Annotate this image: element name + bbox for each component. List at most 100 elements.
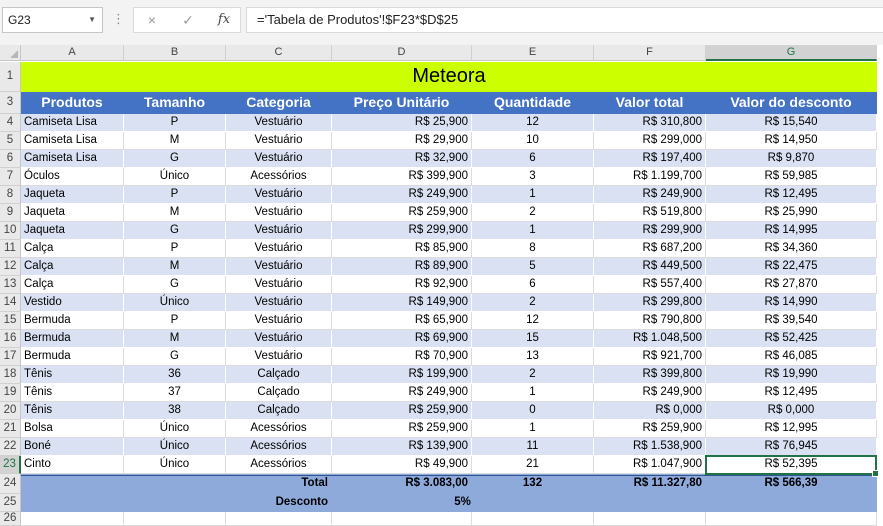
- table-cell[interactable]: Acessórios: [226, 438, 332, 456]
- table-cell[interactable]: G: [124, 276, 226, 294]
- table-cell[interactable]: R$ 259,900: [332, 204, 472, 222]
- table-cell[interactable]: 6: [472, 276, 594, 294]
- table-cell[interactable]: 36: [124, 366, 226, 384]
- table-cell[interactable]: R$ 39,540: [706, 312, 877, 330]
- row-header[interactable]: 21: [0, 420, 21, 438]
- table-cell[interactable]: R$ 14,995: [706, 222, 877, 240]
- row-header[interactable]: 7: [0, 168, 21, 186]
- row-header[interactable]: 4: [0, 114, 21, 132]
- table-cell[interactable]: Bermuda: [21, 330, 124, 348]
- column-title[interactable]: Produtos: [21, 92, 124, 114]
- row-header[interactable]: 24: [0, 474, 21, 494]
- select-all-button[interactable]: [0, 45, 21, 61]
- table-cell[interactable]: R$ 299,000: [594, 132, 706, 150]
- column-header-a[interactable]: A: [21, 45, 124, 61]
- table-cell[interactable]: 12: [472, 114, 594, 132]
- table-cell[interactable]: R$ 399,800: [594, 366, 706, 384]
- table-cell[interactable]: R$ 921,700: [594, 348, 706, 366]
- row-header[interactable]: 17: [0, 348, 21, 366]
- table-cell[interactable]: Único: [124, 456, 226, 474]
- table-cell[interactable]: R$ 34,360: [706, 240, 877, 258]
- row-header[interactable]: 19: [0, 384, 21, 402]
- table-cell[interactable]: R$ 12,995: [706, 420, 877, 438]
- table-cell[interactable]: Tênis: [21, 402, 124, 420]
- table-cell[interactable]: [332, 512, 472, 526]
- table-cell[interactable]: [594, 494, 877, 512]
- row-header[interactable]: 13: [0, 276, 21, 294]
- table-cell[interactable]: M: [124, 204, 226, 222]
- table-cell[interactable]: M: [124, 330, 226, 348]
- table-cell[interactable]: R$ 199,900: [332, 366, 472, 384]
- table-cell[interactable]: R$ 310,800: [594, 114, 706, 132]
- row-header[interactable]: 26: [0, 512, 21, 526]
- table-cell[interactable]: 1: [472, 186, 594, 204]
- row-header[interactable]: 9: [0, 204, 21, 222]
- table-cell[interactable]: 12: [472, 312, 594, 330]
- table-cell[interactable]: Calçado: [226, 384, 332, 402]
- table-cell[interactable]: [21, 512, 124, 526]
- table-cell[interactable]: Camiseta Lisa: [21, 114, 124, 132]
- column-title[interactable]: Tamanho: [124, 92, 226, 114]
- row-header[interactable]: 20: [0, 402, 21, 420]
- table-cell[interactable]: R$ 25,900: [332, 114, 472, 132]
- table-cell[interactable]: Tênis: [21, 366, 124, 384]
- row-header[interactable]: 15: [0, 312, 21, 330]
- table-cell[interactable]: 6: [472, 150, 594, 168]
- table-cell[interactable]: R$ 27,870: [706, 276, 877, 294]
- table-cell[interactable]: [226, 512, 332, 526]
- table-cell[interactable]: R$ 22,475: [706, 258, 877, 276]
- column-header-e[interactable]: E: [472, 45, 594, 61]
- table-cell[interactable]: [124, 512, 226, 526]
- table-cell[interactable]: R$ 15,540: [706, 114, 877, 132]
- table-cell[interactable]: R$ 49,900: [332, 456, 472, 474]
- table-cell[interactable]: Vestuário: [226, 276, 332, 294]
- table-cell[interactable]: R$ 197,400: [594, 150, 706, 168]
- row-header[interactable]: 10: [0, 222, 21, 240]
- table-cell[interactable]: R$ 1.047,900: [594, 456, 706, 474]
- table-cell[interactable]: R$ 790,800: [594, 312, 706, 330]
- table-cell[interactable]: Tênis: [21, 384, 124, 402]
- row-header[interactable]: 23: [0, 456, 21, 474]
- column-title[interactable]: Categoria: [226, 92, 332, 114]
- table-cell[interactable]: R$ 85,900: [332, 240, 472, 258]
- row-header[interactable]: 5: [0, 132, 21, 150]
- table-cell[interactable]: R$ 89,900: [332, 258, 472, 276]
- table-cell[interactable]: 8: [472, 240, 594, 258]
- table-cell[interactable]: Acessórios: [226, 168, 332, 186]
- table-cell[interactable]: 38: [124, 402, 226, 420]
- table-cell[interactable]: R$ 149,900: [332, 294, 472, 312]
- table-cell[interactable]: R$ 19,990: [706, 366, 877, 384]
- table-cell[interactable]: Acessórios: [226, 456, 332, 474]
- table-cell[interactable]: R$ 249,900: [332, 384, 472, 402]
- table-cell[interactable]: R$ 249,900: [332, 186, 472, 204]
- table-cell[interactable]: R$ 249,900: [594, 186, 706, 204]
- table-cell[interactable]: R$ 25,990: [706, 204, 877, 222]
- table-cell[interactable]: Vestuário: [226, 330, 332, 348]
- table-cell[interactable]: M: [124, 132, 226, 150]
- table-cell[interactable]: Único: [124, 438, 226, 456]
- table-cell[interactable]: Óculos: [21, 168, 124, 186]
- table-cell[interactable]: Boné: [21, 438, 124, 456]
- table-cell[interactable]: R$ 399,900: [332, 168, 472, 186]
- table-cell[interactable]: Vestuário: [226, 348, 332, 366]
- table-cell[interactable]: Único: [124, 294, 226, 312]
- table-cell[interactable]: 2: [472, 204, 594, 222]
- table-cell[interactable]: Camiseta Lisa: [21, 132, 124, 150]
- table-cell[interactable]: R$ 687,200: [594, 240, 706, 258]
- table-cell[interactable]: 3: [472, 168, 594, 186]
- table-cell[interactable]: Bolsa: [21, 420, 124, 438]
- total-label[interactable]: Total: [21, 474, 332, 494]
- table-cell[interactable]: Calçado: [226, 366, 332, 384]
- table-cell[interactable]: R$ 9,870: [706, 150, 877, 168]
- column-title[interactable]: Quantidade: [472, 92, 594, 114]
- column-title[interactable]: Valor total: [594, 92, 706, 114]
- table-cell[interactable]: Vestuário: [226, 186, 332, 204]
- formula-input[interactable]: ='Tabela de Produtos'!$F23*$D$25: [246, 7, 883, 33]
- table-cell[interactable]: 2: [472, 366, 594, 384]
- column-header-f[interactable]: F: [594, 45, 706, 61]
- table-cell[interactable]: R$ 52,425: [706, 330, 877, 348]
- table-cell[interactable]: Jaqueta: [21, 186, 124, 204]
- table-cell[interactable]: R$ 259,900: [594, 420, 706, 438]
- table-cell[interactable]: 2: [472, 294, 594, 312]
- insert-function-icon[interactable]: fx: [208, 8, 240, 32]
